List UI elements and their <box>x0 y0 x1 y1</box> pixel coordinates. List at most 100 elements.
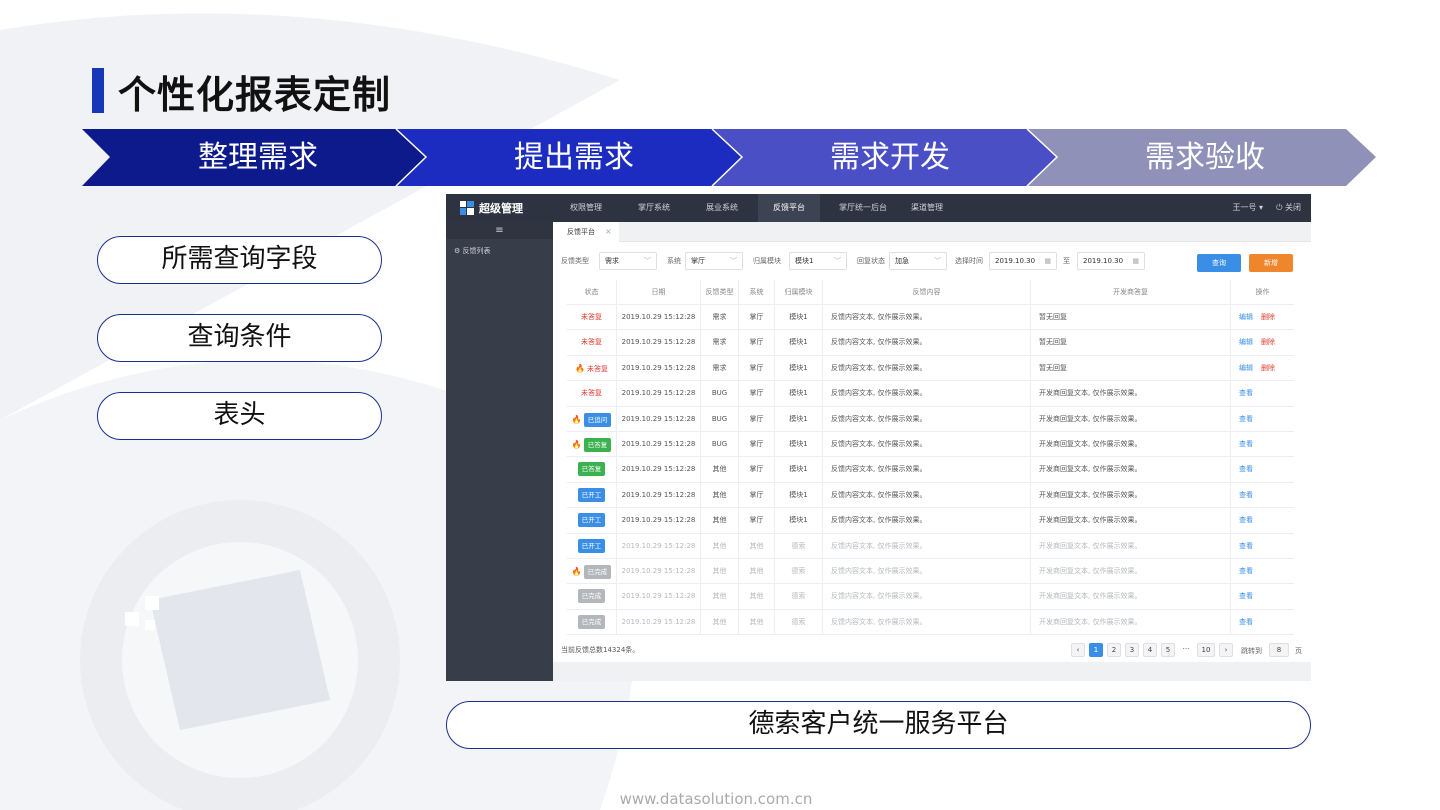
delete-link[interactable]: 删除 <box>1261 313 1275 321</box>
menu-toggle-icon[interactable]: ≡ <box>446 222 553 239</box>
status-badge: 已开工 <box>577 513 606 528</box>
date-cell: 2019.10.29 15:12:28 <box>617 457 701 482</box>
module-cell: 模块1 <box>775 431 823 457</box>
table-header-row: 状态 日期 反馈类型 系统 归属模块 反馈内容 开发商答复 操作 <box>567 280 1294 305</box>
nav-feedback-platform[interactable]: 反馈平台 <box>758 194 820 222</box>
filter-system-select[interactable]: 掌厅 ﹀ <box>685 252 743 270</box>
header-actions: 操作 <box>1255 288 1270 296</box>
system-cell: 其他 <box>739 558 775 584</box>
actions-cell: 查看 <box>1231 432 1294 456</box>
edit-link[interactable]: 编辑 <box>1239 364 1253 372</box>
page-10[interactable]: 10 <box>1197 643 1215 657</box>
content-cell: 反馈内容文本, 仅作展示效果。 <box>823 330 1031 355</box>
status-badge: 已完成 <box>583 564 612 579</box>
pill-query-conditions: 查询条件 <box>97 314 382 362</box>
page-1[interactable]: 1 <box>1089 643 1103 657</box>
status-cell: 🔥 已完成 <box>567 558 617 584</box>
reply-cell: 开发商回复文本, 仅作展示效果。 <box>1031 457 1231 482</box>
view-link[interactable]: 查看 <box>1239 415 1253 423</box>
nav-business-system[interactable]: 展业系统 <box>694 194 750 222</box>
urgent-flame-icon: 🔥 <box>571 566 582 576</box>
date-cell: 2019.10.29 15:12:28 <box>617 355 701 381</box>
filter-module-select[interactable]: 模块1 ﹀ <box>789 252 847 270</box>
system-cell: 掌厅 <box>739 431 775 457</box>
reply-cell: 开发商回复文本, 仅作展示效果。 <box>1031 381 1231 406</box>
reply-cell: 暂无回复 <box>1031 305 1231 330</box>
view-link[interactable]: 查看 <box>1239 542 1253 550</box>
header-module: 归属模块 <box>775 280 823 304</box>
nav-hall-system[interactable]: 掌厅系统 <box>626 194 682 222</box>
add-button[interactable]: 新增 <box>1249 254 1293 272</box>
system-cell: 掌厅 <box>739 508 775 533</box>
date-cell: 2019.10.29 15:12:28 <box>617 584 701 609</box>
status-cell: 已开工 <box>567 508 617 533</box>
filter-time-from[interactable]: 2019.10.30 ▦ <box>989 252 1057 270</box>
urgent-flame-icon: 🔥 <box>571 439 582 449</box>
page-3[interactable]: 3 <box>1125 643 1139 657</box>
next-page-button[interactable]: › <box>1219 643 1233 657</box>
date-cell: 2019.10.29 15:12:28 <box>617 533 701 558</box>
type-cell: BUG <box>701 381 739 406</box>
reply-cell: 暂无回复 <box>1031 330 1231 355</box>
edit-link[interactable]: 编辑 <box>1239 313 1253 321</box>
calendar-icon: ▦ <box>1044 257 1051 265</box>
page-ellipsis: ··· <box>1182 645 1190 653</box>
view-link[interactable]: 查看 <box>1239 491 1253 499</box>
tab-feedback-platform[interactable]: 反馈平台 × <box>553 222 619 242</box>
view-link[interactable]: 查看 <box>1239 618 1253 626</box>
table-row: 已完成 2019.10.29 15:12:28 其他 其他 德索 反馈内容文本, 仅作展示… <box>567 584 1294 610</box>
date-cell: 2019.10.29 15:12:28 <box>617 558 701 584</box>
content-cell: 反馈内容文本, 仅作展示效果。 <box>823 431 1031 457</box>
table-row: 已完成 2019.10.29 15:12:28 其他 其他 德索 反馈内容文本, 仅作展示… <box>567 609 1294 636</box>
page-4[interactable]: 4 <box>1143 643 1157 657</box>
date-cell: 2019.10.29 15:12:28 <box>617 508 701 533</box>
type-cell: BUG <box>701 431 739 457</box>
prev-page-button[interactable]: ‹ <box>1071 643 1085 657</box>
chevron-down-icon: ﹀ <box>730 257 737 265</box>
page-5[interactable]: 5 <box>1161 643 1175 657</box>
close-button[interactable]: ⏻ 关闭 <box>1276 194 1301 222</box>
tab-close-icon[interactable]: × <box>605 222 612 242</box>
delete-link[interactable]: 删除 <box>1261 338 1275 346</box>
filter-type-select[interactable]: 需求 ﹀ <box>599 252 657 270</box>
view-link[interactable]: 查看 <box>1239 567 1253 575</box>
chevron-down-icon: ﹀ <box>644 257 651 265</box>
view-link[interactable]: 查看 <box>1239 465 1253 473</box>
content-cell: 反馈内容文本, 仅作展示效果。 <box>823 533 1031 558</box>
filter-reply-select[interactable]: 加急 ﹀ <box>889 252 947 270</box>
delete-link[interactable]: 删除 <box>1261 364 1275 372</box>
header-type: 反馈类型 <box>701 280 739 304</box>
filter-time-to[interactable]: 2019.10.30 ▦ <box>1077 252 1145 270</box>
nav-permission[interactable]: 权限管理 <box>558 194 614 222</box>
module-cell: 模块1 <box>775 305 823 330</box>
chevron-down-icon: ﹀ <box>834 257 841 265</box>
page-2[interactable]: 2 <box>1107 643 1121 657</box>
reply-cell: 开发商回复文本, 仅作展示效果。 <box>1031 584 1231 609</box>
edit-link[interactable]: 编辑 <box>1239 338 1253 346</box>
query-button[interactable]: 查询 <box>1197 254 1241 272</box>
view-link[interactable]: 查看 <box>1239 389 1253 397</box>
module-cell: 德索 <box>775 533 823 558</box>
module-cell: 模块1 <box>775 406 823 431</box>
sidebar-item-feedback-list[interactable]: ⚙ 反馈列表 <box>454 246 491 256</box>
module-cell: 德索 <box>775 558 823 584</box>
status-badge: 已开工 <box>577 487 606 502</box>
reply-cell: 开发商回复文本, 仅作展示效果。 <box>1031 406 1231 431</box>
view-link[interactable]: 查看 <box>1239 516 1253 524</box>
nav-channel[interactable]: 渠道管理 <box>902 194 952 222</box>
footer-url[interactable]: www.datasolution.com.cn <box>0 790 1432 808</box>
jump-page-input[interactable]: 8 <box>1269 643 1289 657</box>
type-cell: 其他 <box>701 609 739 635</box>
nav-hall-backend[interactable]: 掌厅统一后台 <box>832 194 894 222</box>
table-row: 🔥 已追问 2019.10.29 15:12:28 BUG 掌厅 模块1 反馈内容文本, 仅… <box>567 406 1294 432</box>
app-bottom-bar <box>553 662 1311 681</box>
view-link[interactable]: 查看 <box>1239 592 1253 600</box>
user-menu[interactable]: 王一号 ▾ <box>1232 194 1263 222</box>
type-cell: BUG <box>701 406 739 431</box>
table-row: 🔥 已答复 2019.10.29 15:12:28 BUG 掌厅 模块1 反馈内容文本, 仅… <box>567 431 1294 458</box>
actions-cell: 查看 <box>1231 457 1294 481</box>
date-cell: 2019.10.29 15:12:28 <box>617 609 701 635</box>
view-link[interactable]: 查看 <box>1239 440 1253 448</box>
date-cell: 2019.10.29 15:12:28 <box>617 406 701 431</box>
table-row: 未答复 2019.10.29 15:12:28 BUG 掌厅 模块1 反馈内容文本, 仅作… <box>567 381 1294 407</box>
